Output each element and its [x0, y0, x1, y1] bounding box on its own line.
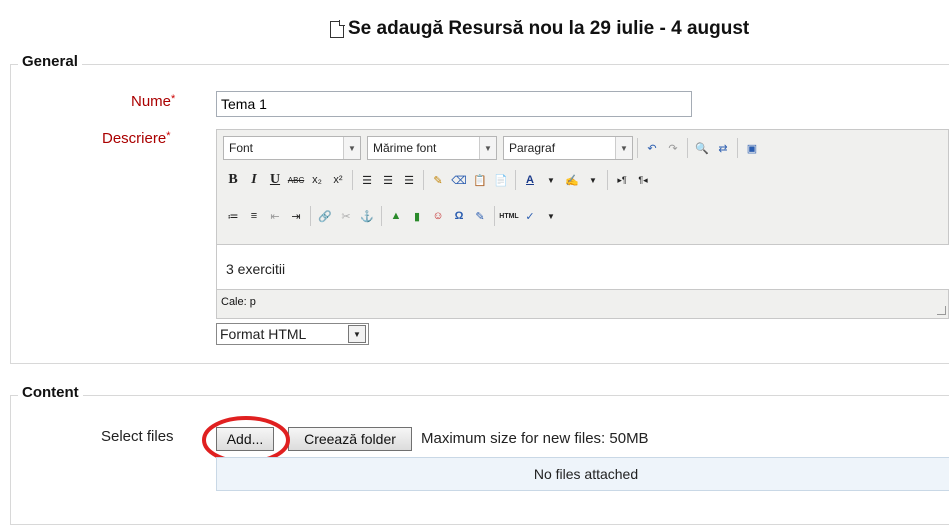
eraser-icon[interactable]: ⌫: [449, 170, 469, 190]
paragraph-select[interactable]: Paragraf ▼: [503, 136, 633, 160]
underline-icon[interactable]: U: [265, 170, 285, 190]
undo-icon[interactable]: ↶: [642, 138, 662, 158]
strikethrough-icon[interactable]: ABC: [286, 170, 306, 190]
chevron-down-icon: ▼: [343, 137, 360, 159]
subscript-icon[interactable]: x₂: [307, 170, 327, 190]
description-label: Descriere*: [102, 130, 171, 147]
unlink-icon[interactable]: ✂: [336, 206, 356, 226]
indent-icon[interactable]: ⇥: [286, 206, 306, 226]
media-icon[interactable]: ▮: [407, 206, 427, 226]
link-icon[interactable]: 🔗: [315, 206, 335, 226]
spellcheck-icon[interactable]: ✓: [520, 206, 540, 226]
name-input[interactable]: [216, 91, 692, 117]
html-source-icon[interactable]: HTML: [499, 206, 519, 226]
bold-icon[interactable]: B: [223, 170, 243, 190]
name-label: Nume*: [131, 93, 176, 110]
replace-icon[interactable]: ⇄: [713, 138, 733, 158]
rtl-icon[interactable]: ¶◂: [633, 170, 653, 190]
align-center-icon[interactable]: ☰: [378, 170, 398, 190]
font-size-select[interactable]: Mărime font ▼: [367, 136, 497, 160]
text-color-icon[interactable]: A: [520, 170, 540, 190]
ltr-icon[interactable]: ▸¶: [612, 170, 632, 190]
toolbar-row-1: Font ▼ Mărime font ▼ Paragraf ▼ ↶ ↷ 🔍 ⇄ ▣: [223, 136, 762, 160]
required-star: *: [166, 130, 171, 142]
chevron-down-icon[interactable]: ▼: [583, 170, 603, 190]
no-files-text: No files attached: [533, 466, 639, 482]
general-legend: General: [18, 53, 82, 70]
file-drop-zone[interactable]: No files attached: [216, 457, 949, 491]
chevron-down-icon[interactable]: ▼: [541, 170, 561, 190]
emoticon-icon[interactable]: ☺: [428, 206, 448, 226]
superscript-icon[interactable]: x²: [328, 170, 348, 190]
edit-html-icon[interactable]: ✎: [470, 206, 490, 226]
max-size-text: Maximum size for new files: 50MB: [421, 430, 649, 447]
numbered-list-icon[interactable]: ≡: [244, 206, 264, 226]
page-title: Se adaugă Resursă nou la 29 iulie - 4 au…: [348, 18, 750, 39]
chevron-down-icon: ▼: [479, 137, 496, 159]
content-legend: Content: [18, 384, 83, 401]
create-folder-button[interactable]: Creează folder: [288, 427, 412, 451]
resize-handle-icon[interactable]: [937, 306, 946, 315]
fullscreen-icon[interactable]: ▣: [742, 138, 762, 158]
outdent-icon[interactable]: ⇤: [265, 206, 285, 226]
toolbar-row-3: ≔ ≡ ⇤ ⇥ 🔗 ✂ ⚓ ▲ ▮ ☺ Ω ✎ HTML ✓ ▼: [223, 206, 561, 226]
find-icon[interactable]: 🔍: [692, 138, 712, 158]
document-icon: [330, 20, 345, 38]
page-title-row: Se adaugă Resursă nou la 29 iulie - 4 au…: [330, 18, 749, 40]
editor-content-area[interactable]: 3 exercitii: [217, 244, 949, 290]
bullet-list-icon[interactable]: ≔: [223, 206, 243, 226]
editor-content-text: 3 exercitii: [226, 261, 286, 277]
align-left-icon[interactable]: ☰: [357, 170, 377, 190]
html-editor: Font ▼ Mărime font ▼ Paragraf ▼ ↶ ↷ 🔍 ⇄ ▣ B…: [216, 129, 949, 319]
required-star: *: [171, 93, 176, 105]
toolbar-row-2: B I U ABC x₂ x² ☰ ☰ ☰ ✎ ⌫ 📋 📄 A ▼ ✍ ▼ ▸¶…: [223, 170, 653, 190]
image-icon[interactable]: ▲: [386, 206, 406, 226]
cleanup-icon[interactable]: ✎: [428, 170, 448, 190]
font-select[interactable]: Font ▼: [223, 136, 361, 160]
highlight-color-icon[interactable]: ✍: [562, 170, 582, 190]
chevron-down-icon: ▼: [615, 137, 632, 159]
italic-icon[interactable]: I: [244, 170, 264, 190]
chevron-down-icon[interactable]: ▼: [541, 206, 561, 226]
format-select[interactable]: Format HTML ▼: [216, 323, 369, 345]
chevron-down-icon: ▼: [348, 325, 366, 343]
select-files-label: Select files: [101, 428, 174, 445]
paste-text-icon[interactable]: 📋: [470, 170, 490, 190]
special-char-icon[interactable]: Ω: [449, 206, 469, 226]
paste-word-icon[interactable]: 📄: [491, 170, 511, 190]
align-right-icon[interactable]: ☰: [399, 170, 419, 190]
editor-path-bar: Cale: p: [221, 296, 256, 308]
redo-icon[interactable]: ↷: [663, 138, 683, 158]
anchor-icon[interactable]: ⚓: [357, 206, 377, 226]
